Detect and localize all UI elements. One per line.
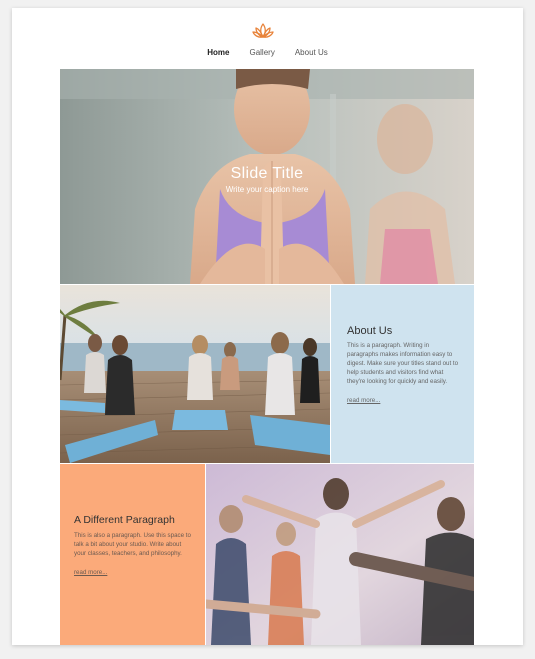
about-read-more-link[interactable]: read more...: [347, 397, 380, 404]
different-paragraph-section: A Different Paragraph This is also a par…: [60, 464, 205, 645]
hero-slideshow[interactable]: Slide Title Write your caption here: [60, 69, 474, 284]
about-us-title: About Us: [347, 325, 393, 337]
paragraph-title: A Different Paragraph: [74, 514, 175, 526]
slide-caption: Write your caption here: [225, 185, 309, 194]
beach-yoga-image: [60, 285, 330, 463]
paragraph-text: This is also a paragraph. Use this space…: [74, 532, 191, 557]
main-nav: Home Gallery About Us: [12, 48, 523, 57]
hero-text: Slide Title Write your caption here: [60, 165, 474, 194]
lotus-icon[interactable]: [252, 22, 274, 40]
yoga-class-image: [206, 464, 474, 645]
site-header: Home Gallery About Us: [12, 8, 523, 68]
nav-item-gallery[interactable]: Gallery: [249, 48, 274, 57]
paragraph-read-more-link[interactable]: read more...: [74, 569, 107, 576]
nav-item-about-us[interactable]: About Us: [295, 48, 328, 57]
slide-title: Slide Title: [230, 165, 304, 182]
website-preview: Home Gallery About Us Slide Title Write …: [12, 8, 523, 645]
about-us-section: About Us This is a paragraph. Writing in…: [331, 285, 474, 463]
about-us-text: This is a paragraph. Writing in paragrap…: [347, 342, 459, 385]
nav-item-home[interactable]: Home: [207, 48, 229, 57]
